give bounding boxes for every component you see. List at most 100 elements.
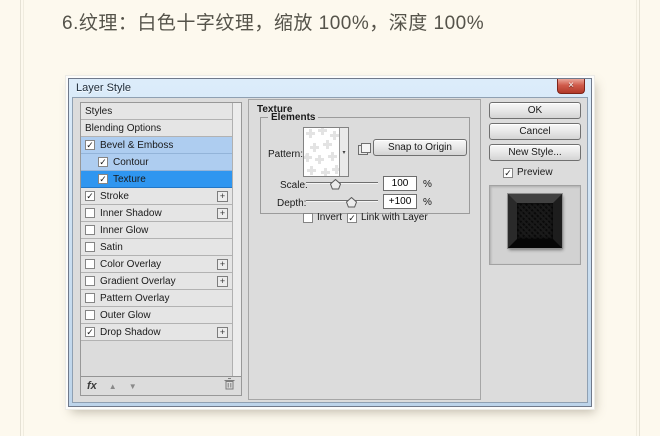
dialog-body: Styles Blending Options ✓ Bevel & Emboss…	[72, 97, 588, 403]
style-preview-box	[489, 185, 581, 265]
pattern-thumbnail	[303, 126, 341, 177]
expand-plus-icon[interactable]: +	[217, 258, 228, 270]
expand-plus-icon[interactable]: +	[217, 190, 228, 202]
style-list-item[interactable]: Pattern Overlay	[81, 290, 232, 307]
expand-plus-icon[interactable]: +	[217, 275, 228, 287]
preview-checkbox-box[interactable]: ✓	[503, 167, 513, 178]
new-style-label: New Style...	[508, 147, 562, 158]
move-effect-up-icon[interactable]: ▲	[109, 382, 117, 391]
tutorial-step-heading: 6.纹理：白色十字纹理，缩放 100%，深度 100%	[62, 13, 485, 34]
style-label: Texture	[113, 173, 146, 185]
style-list-item[interactable]: Color Overlay +	[81, 256, 232, 273]
new-style-button[interactable]: New Style...	[489, 144, 581, 161]
style-checkbox[interactable]: ✓	[85, 327, 95, 337]
preview-checkbox[interactable]: ✓ Preview	[503, 167, 553, 178]
style-list-item[interactable]: Satin	[81, 239, 232, 256]
chevron-down-icon: ▾	[342, 150, 346, 156]
scale-slider[interactable]	[306, 177, 378, 190]
new-pattern-preset-icon[interactable]	[358, 142, 371, 160]
ok-button[interactable]: OK	[489, 102, 581, 119]
style-checkbox[interactable]	[85, 242, 95, 252]
link-with-layer-checkbox[interactable]: ✓ Link with Layer	[347, 212, 428, 223]
page-border-right-inner	[636, 0, 637, 436]
style-list-item[interactable]: ✓ Contour	[81, 154, 232, 171]
link-with-layer-label: Link with Layer	[361, 212, 428, 223]
depth-unit: %	[423, 197, 432, 208]
invert-checkbox-box[interactable]	[303, 212, 313, 223]
scale-slider-thumb[interactable]	[329, 177, 341, 190]
style-checkbox[interactable]: ✓	[98, 157, 108, 167]
style-list-item[interactable]: Inner Shadow +	[81, 205, 232, 222]
page-border-left-inner	[23, 0, 24, 436]
style-label: Bevel & Emboss	[100, 139, 174, 151]
style-checkbox[interactable]	[85, 276, 95, 286]
invert-checkbox[interactable]: Invert	[303, 212, 342, 223]
fx-menu-icon[interactable]: fx	[87, 380, 97, 392]
style-label: Outer Glow	[100, 309, 151, 321]
style-list-item[interactable]: Gradient Overlay +	[81, 273, 232, 290]
style-list-item[interactable]: ✓ Bevel & Emboss	[81, 137, 232, 154]
style-preview-thumbnail	[508, 194, 562, 248]
move-effect-down-icon[interactable]: ▼	[129, 382, 137, 391]
depth-value-input[interactable]	[383, 194, 417, 209]
scale-unit: %	[423, 179, 432, 190]
depth-slider-thumb[interactable]	[345, 195, 357, 208]
preview-label: Preview	[517, 167, 553, 178]
style-checkbox[interactable]	[85, 293, 95, 303]
style-label: Stroke	[100, 190, 129, 202]
elements-group: Elements Pattern: ▾ Snap to Origin Scale…	[260, 112, 470, 223]
style-label: Inner Shadow	[100, 207, 162, 219]
styles-list-scrollbar[interactable]	[232, 103, 241, 376]
style-label: Styles	[85, 105, 113, 117]
invert-label: Invert	[317, 212, 343, 223]
style-list-item[interactable]: Blending Options	[81, 120, 232, 137]
page-border-right	[639, 0, 640, 436]
layer-style-dialog: Layer Style × Styles Blending Options ✓ …	[68, 78, 592, 407]
dialog-titlebar[interactable]: Layer Style	[69, 79, 591, 97]
page-border-left	[20, 0, 21, 436]
style-list-item[interactable]: ✓ Stroke +	[81, 188, 232, 205]
style-checkbox[interactable]: ✓	[85, 140, 95, 150]
style-label: Drop Shadow	[100, 326, 161, 338]
style-checkbox[interactable]	[85, 208, 95, 218]
delete-effect-icon[interactable]	[224, 377, 235, 395]
pattern-dropdown[interactable]: ▾	[339, 128, 348, 176]
style-label: Satin	[100, 241, 123, 253]
pattern-picker[interactable]: ▾	[303, 126, 349, 177]
cancel-button[interactable]: Cancel	[489, 123, 581, 140]
style-list-item[interactable]: Styles	[81, 103, 232, 120]
ok-label: OK	[527, 105, 543, 116]
style-label: Gradient Overlay	[100, 275, 176, 287]
close-button[interactable]: ×	[557, 79, 585, 94]
snap-to-origin-label: Snap to Origin	[388, 142, 452, 153]
style-list-item[interactable]: Outer Glow	[81, 307, 232, 324]
link-with-layer-checkbox-box[interactable]: ✓	[347, 212, 357, 223]
snap-to-origin-button[interactable]: Snap to Origin	[373, 139, 467, 156]
style-list-item[interactable]: ✓ Texture	[81, 171, 232, 188]
style-label: Color Overlay	[100, 258, 162, 270]
style-checkbox[interactable]: ✓	[85, 191, 95, 201]
texture-options-panel: Texture Elements Pattern: ▾ Snap to Orig…	[248, 99, 481, 400]
style-checkbox[interactable]	[85, 310, 95, 320]
style-checkbox[interactable]	[85, 225, 95, 235]
cancel-label: Cancel	[519, 126, 551, 137]
style-preview-texture	[517, 203, 553, 239]
pattern-label: Pattern:	[268, 149, 304, 160]
expand-plus-icon[interactable]: +	[217, 207, 228, 219]
style-checkbox[interactable]	[85, 259, 95, 269]
elements-group-label: Elements	[268, 112, 319, 123]
styles-footer-toolbar: fx ▲ ▼	[81, 376, 241, 395]
scale-label: Scale:	[280, 180, 308, 191]
style-checkbox[interactable]: ✓	[98, 174, 108, 184]
styles-list: Styles Blending Options ✓ Bevel & Emboss…	[81, 103, 232, 341]
style-label: Contour	[113, 156, 149, 168]
expand-plus-icon[interactable]: +	[217, 326, 228, 338]
depth-label: Depth:	[277, 198, 307, 209]
style-label: Pattern Overlay	[100, 292, 170, 304]
style-list-item[interactable]: ✓ Drop Shadow +	[81, 324, 232, 341]
style-list-item[interactable]: Inner Glow	[81, 222, 232, 239]
depth-slider[interactable]	[306, 195, 378, 208]
dialog-title: Layer Style	[76, 82, 132, 94]
scale-value-input[interactable]	[383, 176, 417, 191]
style-label: Blending Options	[85, 122, 162, 134]
